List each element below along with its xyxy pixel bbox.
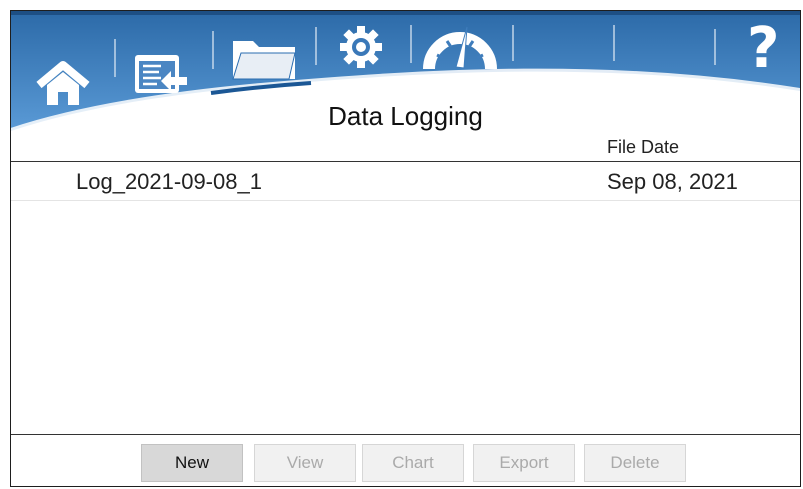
export-button[interactable]: Export: [473, 444, 575, 482]
help-glyph: ?: [747, 16, 780, 81]
gauge-icon[interactable]: [423, 21, 497, 99]
folder-icon[interactable]: [229, 33, 299, 111]
header-background: [11, 11, 800, 134]
top-navigation-bar: ? Data Logging File Date: [11, 11, 800, 159]
log-file-name: Log_2021-09-08_1: [76, 169, 262, 194]
bottom-toolbar: New View Chart Export Delete: [11, 435, 800, 486]
gear-icon[interactable]: [337, 23, 385, 101]
app-window: ? Data Logging File Date Log_2021-09-08_…: [10, 10, 801, 487]
page-title: Data Logging: [328, 101, 483, 131]
list-item[interactable]: Log_2021-09-08_1 Sep 08, 2021: [11, 162, 800, 201]
help-icon[interactable]: ?: [747, 19, 787, 97]
new-button[interactable]: New: [141, 444, 243, 482]
view-button[interactable]: View: [254, 444, 356, 482]
delete-button[interactable]: Delete: [584, 444, 686, 482]
log-file-list: Log_2021-09-08_1 Sep 08, 2021: [11, 162, 800, 434]
chart-button[interactable]: Chart: [362, 444, 464, 482]
log-file-date: Sep 08, 2021: [607, 169, 738, 194]
column-header-file-date: File Date: [607, 137, 680, 157]
